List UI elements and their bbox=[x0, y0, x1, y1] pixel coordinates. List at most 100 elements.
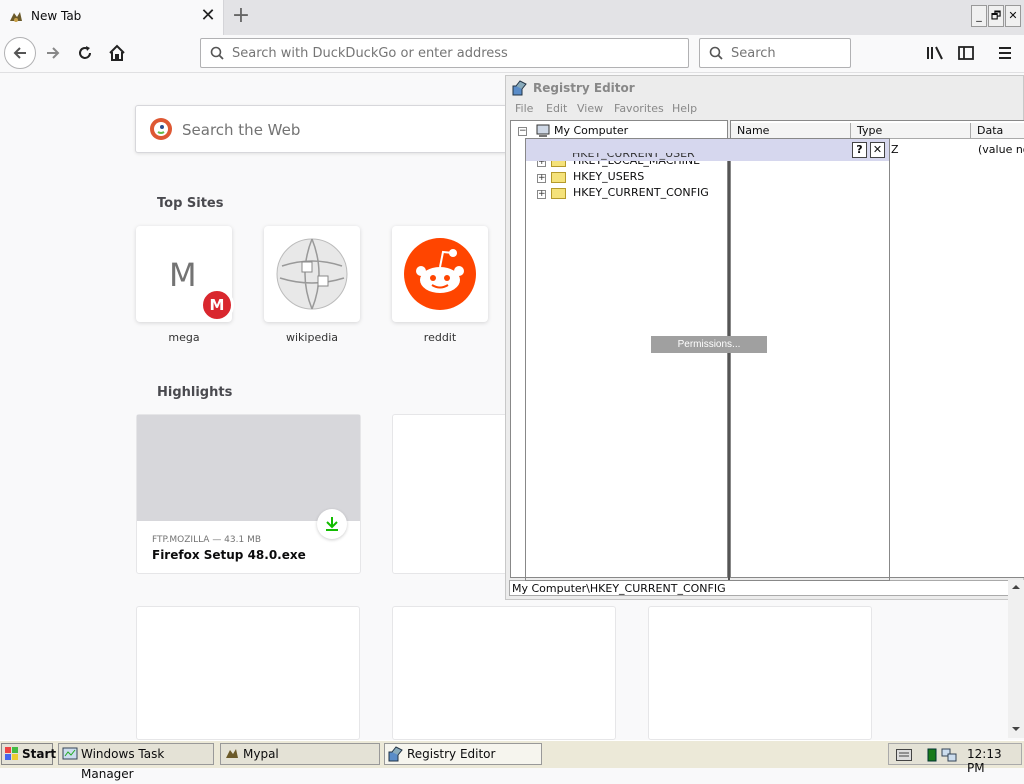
dialog-divider bbox=[728, 161, 730, 580]
forward-arrow-icon bbox=[47, 47, 60, 59]
highlight-card-empty bbox=[392, 606, 616, 740]
scroll-up-arrow-icon bbox=[1012, 585, 1020, 589]
tree-node-my-computer[interactable]: My Computer bbox=[554, 124, 628, 138]
back-button[interactable] bbox=[4, 37, 36, 69]
scroll-down-arrow-icon bbox=[1012, 727, 1020, 731]
reload-icon bbox=[79, 46, 91, 59]
tab-close-icon[interactable]: ✕ bbox=[198, 5, 218, 27]
home-button[interactable] bbox=[102, 38, 132, 68]
highlight-card-download[interactable]: FTP.MOZILLA — 43.1 MB Firefox Setup 48.0… bbox=[136, 414, 361, 574]
column-type[interactable]: Type bbox=[851, 123, 971, 139]
partial-hkey-current-user: HKEY_CURRENT_USER bbox=[572, 153, 695, 160]
mypal-icon bbox=[10, 12, 22, 22]
highlight-card-empty bbox=[136, 606, 360, 740]
window-title: Registry Editor bbox=[533, 81, 635, 95]
collapse-icon[interactable]: − bbox=[518, 127, 527, 136]
web-search-placeholder: Search the Web bbox=[182, 121, 301, 139]
task-label: Mypal bbox=[243, 747, 279, 761]
task-mypal[interactable]: Mypal bbox=[220, 743, 380, 765]
tab-title: New Tab bbox=[31, 9, 82, 23]
mega-icon: M bbox=[200, 288, 234, 322]
tab-new-tab[interactable]: New Tab ✕ bbox=[0, 0, 224, 35]
search-icon bbox=[210, 46, 224, 60]
column-name[interactable]: Name bbox=[731, 123, 851, 139]
registry-editor-icon bbox=[512, 80, 527, 96]
top-site-reddit[interactable] bbox=[392, 226, 488, 322]
top-site-wikipedia[interactable] bbox=[264, 226, 360, 322]
highlight-card-empty bbox=[392, 414, 510, 574]
task-manager-icon bbox=[62, 747, 78, 760]
start-label: Start bbox=[22, 747, 57, 761]
green-status-icon[interactable] bbox=[927, 748, 937, 762]
windows-logo-icon bbox=[5, 747, 18, 760]
search-input[interactable] bbox=[731, 39, 846, 67]
search-bar[interactable] bbox=[699, 38, 851, 68]
menu-favorites[interactable]: Favorites bbox=[614, 102, 664, 115]
vertical-scrollbar[interactable] bbox=[1008, 580, 1024, 738]
menu-bar: File Edit View Favorites Help bbox=[506, 100, 1024, 118]
mypal-icon bbox=[226, 749, 238, 758]
task-label: Registry Editor bbox=[407, 747, 496, 761]
minimize-button[interactable]: _ bbox=[971, 5, 987, 27]
status-bar: My Computer\HKEY_CURRENT_CONFIG bbox=[509, 580, 1022, 596]
menu-help[interactable]: Help bbox=[672, 102, 697, 115]
hamburger-menu-icon bbox=[999, 47, 1011, 59]
url-input[interactable] bbox=[232, 39, 682, 67]
search-icon bbox=[709, 46, 723, 60]
back-arrow-icon bbox=[13, 47, 26, 59]
reload-button[interactable] bbox=[70, 38, 100, 68]
navigation-toolbar bbox=[0, 35, 1024, 73]
permissions-dialog: HKEY_CURRENT_USER ? ✕ bbox=[525, 138, 890, 581]
dialog-body bbox=[526, 161, 889, 580]
duckduckgo-icon bbox=[150, 118, 172, 140]
column-data[interactable]: Data bbox=[971, 123, 1024, 139]
mega-badge-letter: M bbox=[209, 296, 225, 314]
tab-strip: New Tab ✕ + _ 🗗 ✕ bbox=[0, 0, 1024, 35]
task-windows-task-manager[interactable]: Windows Task Manager bbox=[58, 743, 214, 781]
library-button[interactable] bbox=[920, 38, 950, 68]
address-bar[interactable] bbox=[200, 38, 689, 68]
sidebar-button[interactable] bbox=[951, 38, 981, 68]
top-site-label: wikipedia bbox=[285, 331, 338, 344]
mega-letter: M bbox=[169, 256, 197, 294]
system-tray: 12:13 PM bbox=[888, 743, 1022, 775]
highlight-source: FTP.MOZILLA — 43.1 MB bbox=[152, 535, 262, 545]
value-type-cell: Z bbox=[891, 143, 899, 156]
menu-edit[interactable]: Edit bbox=[546, 102, 567, 115]
restore-button[interactable]: 🗗 bbox=[988, 5, 1004, 27]
dialog-close-button[interactable]: ✕ bbox=[870, 142, 885, 158]
top-site-mega[interactable]: M M bbox=[136, 226, 234, 322]
top-site-label: mega bbox=[168, 331, 200, 344]
permissions-button[interactable]: Permissions... bbox=[651, 336, 767, 353]
library-icon bbox=[927, 46, 943, 60]
keyboard-icon[interactable] bbox=[896, 749, 912, 761]
menu-button[interactable] bbox=[990, 38, 1020, 68]
network-icon[interactable] bbox=[941, 747, 957, 763]
computer-icon bbox=[536, 124, 550, 137]
task-registry-editor[interactable]: Registry Editor bbox=[384, 743, 542, 765]
top-sites-title: Top Sites bbox=[157, 196, 224, 211]
task-label: Windows Task Manager bbox=[81, 747, 165, 781]
highlight-card-empty bbox=[648, 606, 872, 740]
reddit-icon bbox=[404, 238, 476, 310]
new-tab-button[interactable]: + bbox=[230, 3, 252, 29]
highlights-title: Highlights bbox=[157, 385, 233, 400]
web-search-box[interactable]: Search the Web bbox=[135, 105, 515, 153]
value-data-cell: (value no bbox=[978, 143, 1024, 156]
menu-view[interactable]: View bbox=[577, 102, 603, 115]
help-button[interactable]: ? bbox=[852, 142, 867, 158]
menu-file[interactable]: File bbox=[515, 102, 533, 115]
highlight-preview bbox=[137, 415, 360, 521]
clock[interactable]: 12:13 PM bbox=[967, 747, 1021, 775]
highlight-title: Firefox Setup 48.0.exe bbox=[152, 548, 306, 562]
close-window-button[interactable]: ✕ bbox=[1005, 5, 1021, 27]
dialog-titlebar[interactable]: HKEY_CURRENT_USER ? ✕ bbox=[526, 139, 889, 161]
forward-button[interactable] bbox=[38, 38, 68, 68]
sidebar-icon bbox=[958, 46, 974, 60]
home-icon bbox=[109, 44, 125, 61]
registry-editor-icon bbox=[388, 746, 403, 762]
top-site-label: reddit bbox=[423, 331, 457, 344]
download-icon bbox=[317, 509, 347, 539]
wikipedia-globe-icon bbox=[276, 238, 348, 310]
start-button[interactable]: Start bbox=[1, 743, 57, 765]
